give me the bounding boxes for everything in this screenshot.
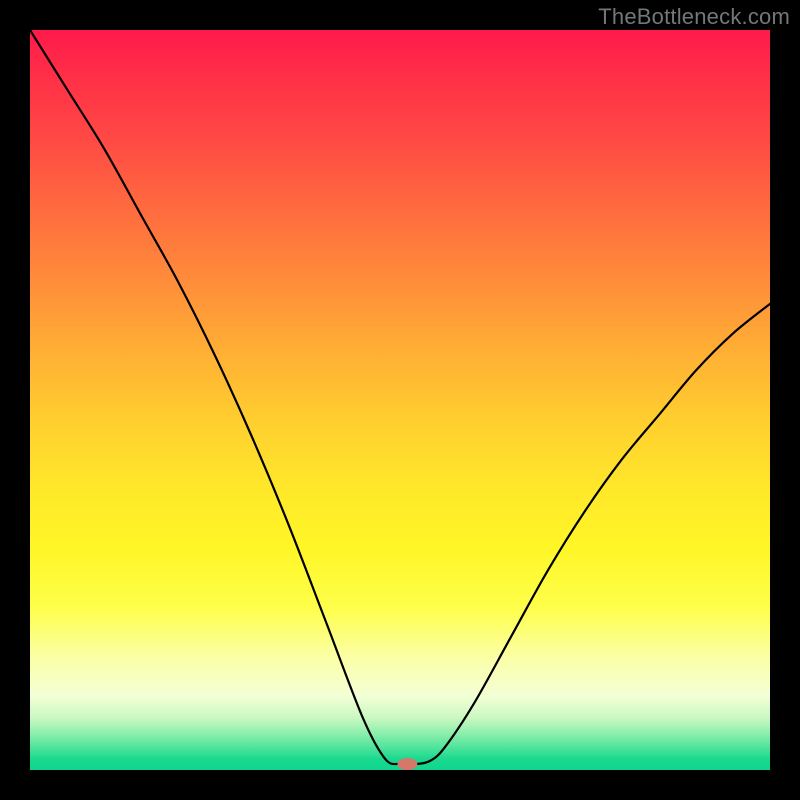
optimal-point-marker: [397, 758, 417, 770]
plot-area: [30, 30, 770, 770]
curve-svg: [30, 30, 770, 770]
chart-frame: TheBottleneck.com: [0, 0, 800, 800]
attribution-label: TheBottleneck.com: [598, 4, 790, 30]
bottleneck-curve: [30, 30, 770, 765]
